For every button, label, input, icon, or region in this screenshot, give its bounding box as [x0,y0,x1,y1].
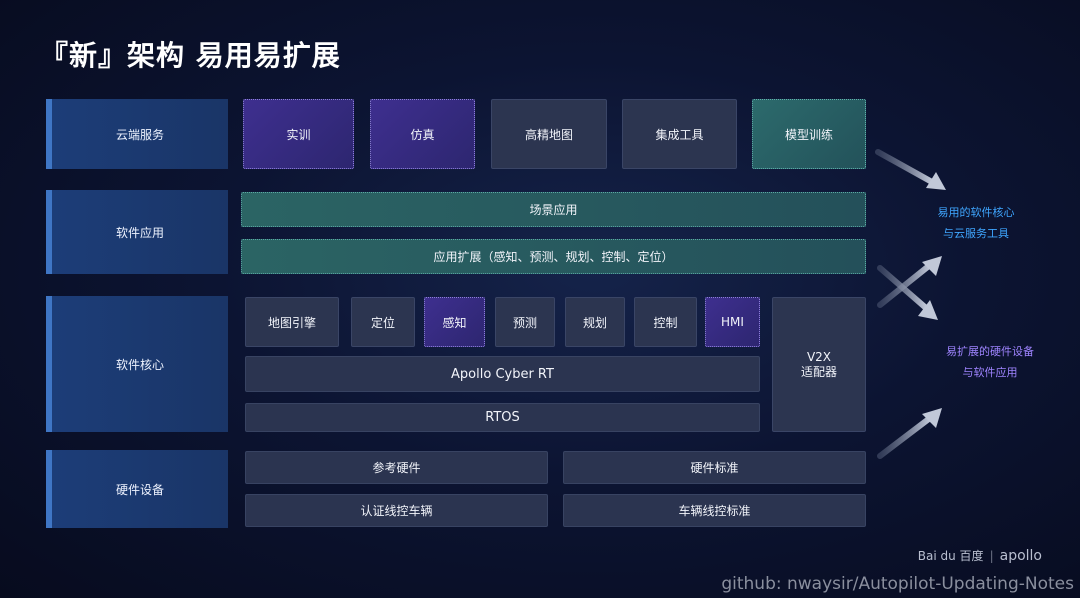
core-module-planning: 规划 [565,297,625,347]
cloud-item-simulation: 仿真 [370,99,475,169]
software-core-note: 易用的软件核心 与云服务工具 [912,202,1040,244]
cloud-item-training: 实训 [243,99,354,169]
page-title: 『新』架构 易用易扩展 [40,39,341,72]
certified-drive-by-wire-vehicle-bar: 认证线控车辆 [245,494,548,527]
v2x-adapter-box: V2X 适配器 [772,297,866,432]
category-hardware-devices: 硬件设备 [46,450,228,528]
apollo-cyber-rt-bar: Apollo Cyber RT [245,356,760,392]
arrow-cloud-to-software-note-icon [875,149,946,190]
apollo-logo: apollo [999,547,1042,564]
github-watermark: github: nwaysir/Autopilot-Updating-Notes [721,574,1074,594]
category-software-application: 软件应用 [46,190,228,274]
hardware-standard-bar: 硬件标准 [563,451,866,484]
core-module-localization: 定位 [351,297,415,347]
cloud-item-model-training: 模型训练 [752,99,866,169]
core-module-control: 控制 [634,297,697,347]
adapter-label: 适配器 [800,364,837,379]
core-module-hmi: HMI [705,297,760,347]
scene-application-bar: 场景应用 [241,192,866,227]
baidu-apollo-logo: Bai du 百度 | apollo [918,547,1042,564]
reference-hardware-bar: 参考硬件 [245,451,548,484]
software-note-line1: 易用的软件核心 [937,206,1015,219]
core-module-prediction: 预测 [495,297,555,347]
application-extension-bar: 应用扩展（感知、预测、规划、控制、定位） [241,239,866,274]
hardware-note-line2: 与软件应用 [962,366,1018,379]
arrow-hardware-to-note-icon [877,408,942,459]
hardware-note-line1: 易扩展的硬件设备 [946,345,1034,358]
cloud-item-hd-map: 高精地图 [491,99,607,169]
arrows-graphic [875,149,946,459]
software-note-line2: 与云服务工具 [943,227,1009,240]
arrow-software-app-down-icon [877,265,938,320]
v2x-label: V2X [806,349,832,364]
category-cloud-services: 云端服务 [46,99,228,169]
vehicle-drive-by-wire-standard-bar: 车辆线控标准 [563,494,866,527]
baidu-logo: Bai du 百度 [917,549,984,563]
core-module-perception: 感知 [424,297,485,347]
cloud-item-integration-tools: 集成工具 [622,99,737,169]
logo-separator: | [989,548,994,563]
hardware-extension-note: 易扩展的硬件设备 与软件应用 [920,341,1060,383]
core-module-map-engine: 地图引擎 [245,297,339,347]
rtos-bar: RTOS [245,403,760,432]
category-software-core: 软件核心 [46,296,228,432]
